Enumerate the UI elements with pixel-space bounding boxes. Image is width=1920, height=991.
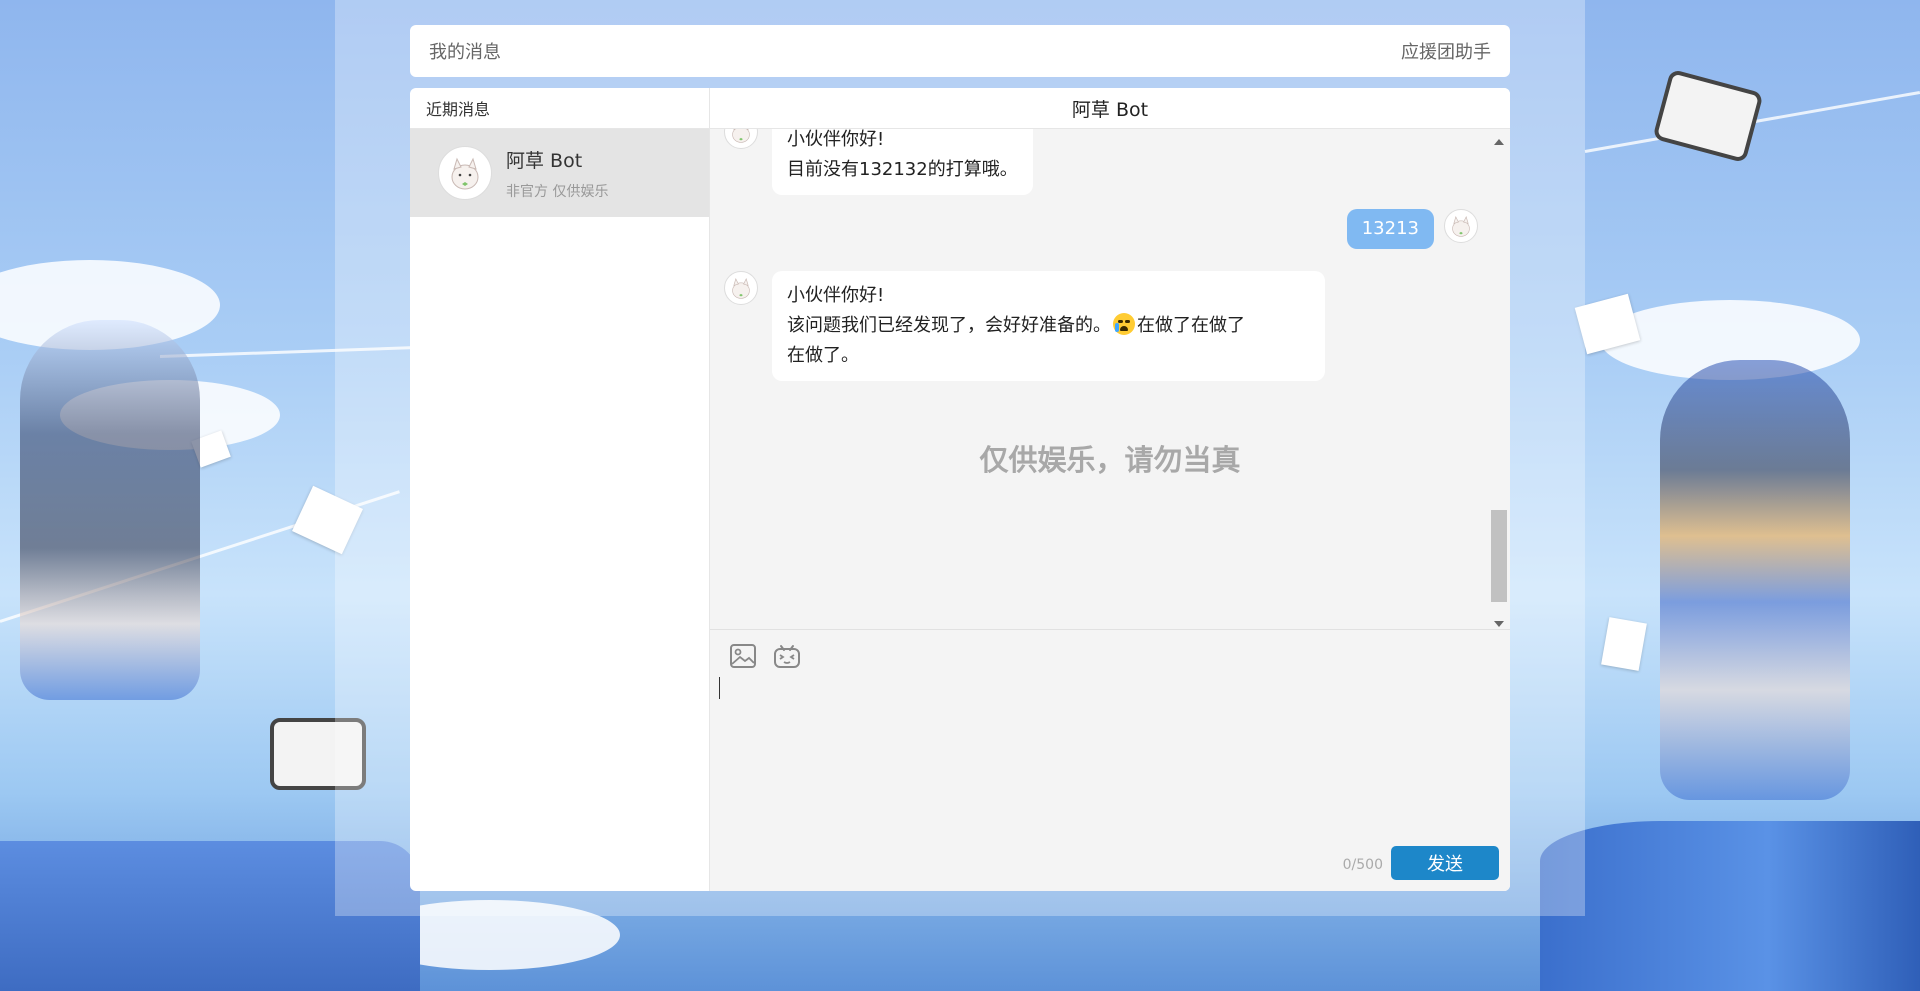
page-title: 我的消息 xyxy=(429,42,501,63)
support-helper-link[interactable]: 应援团助手 xyxy=(1401,38,1491,64)
top-bar: 我的消息 应援团助手 xyxy=(410,25,1510,77)
sidebar-header: 近期消息 xyxy=(410,88,709,129)
avatar xyxy=(724,129,758,149)
message-list: 小伙伴你好! 目前没有132132的打算哦。 13213 小伙伴你好! 该问题我… xyxy=(710,129,1510,589)
crying-emoji-icon xyxy=(1113,313,1135,335)
bot-avatar-icon xyxy=(732,129,750,143)
conversation-sidebar: 近期消息 阿草 Bot 非官方 仅供娱乐 xyxy=(410,88,710,891)
message-text: 目前没有132132的打算哦。 xyxy=(787,159,1018,180)
message-text: 小伙伴你好! xyxy=(787,285,885,306)
chat-main: 阿草 Bot 小伙伴你好! 目前没有132132的打算哦。 13213 小伙伴你… xyxy=(710,88,1510,891)
avatar xyxy=(1444,209,1478,243)
disclaimer-watermark: 仅供娱乐，请勿当真 xyxy=(979,443,1241,477)
message-bubble: 小伙伴你好! 该问题我们已经发现了，会好好准备的。 在做了在做了 在做了。 xyxy=(772,271,1325,381)
emoji-icon[interactable] xyxy=(773,642,801,670)
message-text: 在做了。 xyxy=(787,345,859,366)
avatar xyxy=(438,146,492,200)
message-bot: 小伙伴你好! 该问题我们已经发现了，会好好准备的。 在做了在做了 在做了。 xyxy=(724,271,1325,381)
message-me: 13213 xyxy=(1346,209,1478,249)
bot-avatar-icon xyxy=(732,278,750,299)
chat-title: 阿草 Bot xyxy=(710,88,1510,129)
chat-window: 近期消息 阿草 Bot 非官方 仅供娱乐 阿草 Bot 小伙伴你好! 目前没有1… xyxy=(410,88,1510,891)
bot-avatar-icon xyxy=(451,157,479,190)
message-bot: 小伙伴你好! 目前没有132132的打算哦。 xyxy=(724,129,1033,195)
message-text: 小伙伴你好! xyxy=(787,129,885,150)
conversation-subtitle: 非官方 仅供娱乐 xyxy=(506,183,609,200)
message-composer[interactable]: 0/500 发送 xyxy=(710,629,1510,891)
message-text: 该问题我们已经发现了，会好好准备的。 在做了在做了 xyxy=(787,313,1245,336)
user-avatar-icon xyxy=(1452,216,1470,237)
message-bubble: 13213 xyxy=(1346,209,1434,249)
scroll-down-icon[interactable] xyxy=(1494,621,1504,627)
composer-toolbar xyxy=(729,642,801,670)
message-scrollbar[interactable] xyxy=(1491,133,1507,633)
conversation-item[interactable]: 阿草 Bot 非官方 仅供娱乐 xyxy=(410,129,709,217)
conversation-name: 阿草 Bot xyxy=(506,149,583,172)
text-cursor xyxy=(719,677,720,699)
image-icon[interactable] xyxy=(729,642,757,670)
send-button[interactable]: 发送 xyxy=(1391,846,1499,880)
scroll-up-icon[interactable] xyxy=(1494,139,1504,145)
message-bubble: 小伙伴你好! 目前没有132132的打算哦。 xyxy=(772,129,1033,195)
scroll-thumb[interactable] xyxy=(1491,510,1507,602)
avatar xyxy=(724,271,758,305)
char-counter: 0/500 xyxy=(1342,857,1383,873)
